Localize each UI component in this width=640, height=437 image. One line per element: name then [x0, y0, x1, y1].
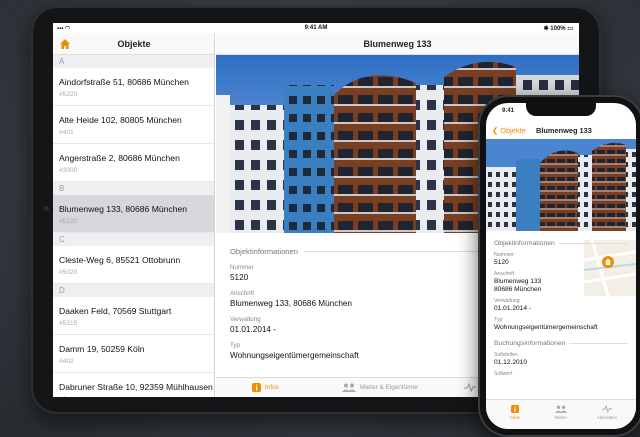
item-number: #5020 — [59, 269, 78, 276]
tab-aktivitaeten[interactable]: Aktivitäten — [592, 405, 622, 420]
field-label: Sollwert — [494, 371, 513, 377]
tab-infos[interactable]: Infos — [500, 405, 530, 420]
list-item[interactable]: Angerstraße 2, 80686 München #3000 — [53, 144, 214, 182]
list-item-selected[interactable]: Blumenweg 133, 80686 München #5120 — [53, 195, 214, 233]
field-value: Wohnungseigentümergemeinschaft — [494, 324, 598, 331]
detail-title: Blumenweg 133 — [216, 33, 579, 55]
iphone-device: 9:41 ❮ Objekte Blumenweg 133 Objektinfor… — [478, 95, 640, 437]
field-label: Typ — [494, 317, 503, 323]
booking-section-title: Buchungsinformationen — [494, 340, 628, 347]
item-address: Aindorfstraße 51, 80686 München — [59, 77, 189, 87]
item-address: Dabruner Straße 10, 92359 Mühlhausen — [59, 382, 213, 392]
list-item[interactable]: Cleste-Weg 6, 85521 Ottobrunn #5020 — [53, 246, 214, 284]
item-number: #401 — [59, 129, 74, 136]
field-value: 01.12.2010 — [494, 359, 528, 366]
item-address: Damm 19, 50259 Köln — [59, 344, 145, 354]
sidebar-title: Objekte — [117, 39, 151, 49]
chevron-left-icon: ❮ — [492, 126, 499, 135]
field-label: Sollstellen — [494, 352, 518, 358]
iphone-screen: 9:41 ❮ Objekte Blumenweg 133 Objektinfor… — [486, 103, 636, 429]
item-address: Daaken Feld, 70569 Stuttgart — [59, 306, 172, 316]
activity-icon — [602, 405, 612, 413]
list-item[interactable]: Damm 19, 50259 Köln #402 — [53, 335, 214, 373]
iphone-nav-bar: ❮ Objekte Blumenweg 133 — [486, 123, 636, 139]
iphone-notch — [526, 103, 596, 116]
field-label: Verwaltung — [494, 298, 520, 304]
people-icon — [555, 405, 567, 413]
back-label: Objekte — [500, 126, 526, 135]
nav-title: Blumenweg 133 — [536, 126, 592, 135]
battery-indicator: ✱ 100% ▭ — [543, 26, 573, 32]
tab-label: Infos — [510, 415, 520, 420]
section-title: Objektinformationen — [494, 240, 628, 247]
list-item[interactable]: Alte Heide 102, 80805 München #401 — [53, 106, 214, 144]
section-header-a: A — [53, 55, 214, 68]
status-time: 9:41 — [502, 108, 515, 114]
people-icon — [342, 383, 356, 392]
tab-label: Infos — [265, 384, 279, 391]
item-address: Cleste-Weg 6, 85521 Ottobrunn — [59, 255, 181, 265]
info-icon — [511, 405, 519, 413]
battery-percent: 100% — [550, 26, 566, 32]
status-time: 9:41 AM — [304, 25, 328, 31]
item-number: #3000 — [59, 167, 78, 174]
tab-label: Aktivitäten — [596, 415, 618, 420]
list-item[interactable]: Dabruner Straße 10, 92359 Mühlhausen #2 — [53, 373, 214, 397]
sidebar-header: Objekte — [53, 33, 214, 55]
tab-mieter-eigentuemer[interactable]: Mieter & Eigentümer — [342, 383, 418, 392]
building-photo — [486, 139, 636, 231]
ipad-status-bar: ▪▪▪ ◠ 9:41 AM ✱ 100% ▭ — [53, 23, 579, 33]
item-address: Alte Heide 102, 80805 München — [59, 115, 182, 125]
section-header-b: B — [53, 182, 214, 195]
back-button[interactable]: ❮ Objekte — [492, 126, 526, 135]
item-number: #402 — [59, 358, 74, 365]
field-value: 01.01.2014 - — [494, 305, 532, 312]
ipad-camera — [44, 206, 49, 211]
iphone-detail-body: Objektinformationen Nummer 5120 Anschrif… — [486, 231, 636, 377]
list-item[interactable]: Aindorfstraße 51, 80686 München #5220 — [53, 68, 214, 106]
section-header-d: D — [53, 284, 214, 297]
item-address: Angerstraße 2, 80686 München — [59, 153, 180, 163]
item-number: #2 — [59, 396, 214, 397]
field-label: Nummer — [494, 252, 514, 258]
tab-label: Mieter & Eigentümer — [360, 384, 419, 391]
item-number: #5120 — [59, 218, 78, 225]
iphone-tab-bar: Infos Mieter Aktivitäten — [486, 399, 636, 429]
info-icon — [252, 383, 261, 392]
tab-label: Mieter — [554, 415, 568, 420]
field-value: 5120 — [494, 259, 509, 266]
section-header-c: C — [53, 233, 214, 246]
object-sidebar: Objekte A Aindorfstraße 51, 80686 Münche… — [53, 33, 215, 397]
activity-icon — [464, 383, 476, 392]
field-value-line2: 80686 München — [494, 286, 542, 293]
list-item[interactable]: Daaken Feld, 70569 Stuttgart #5315 — [53, 297, 214, 335]
field-label: Anschrift — [494, 271, 515, 277]
item-number: #5315 — [59, 320, 78, 327]
item-number: #5220 — [59, 91, 78, 98]
field-value: Blumenweg 133 — [494, 278, 542, 285]
tab-infos[interactable]: Infos — [252, 383, 279, 392]
tab-mieter[interactable]: Mieter — [546, 405, 576, 420]
item-address: Blumenweg 133, 80686 München — [59, 204, 188, 214]
